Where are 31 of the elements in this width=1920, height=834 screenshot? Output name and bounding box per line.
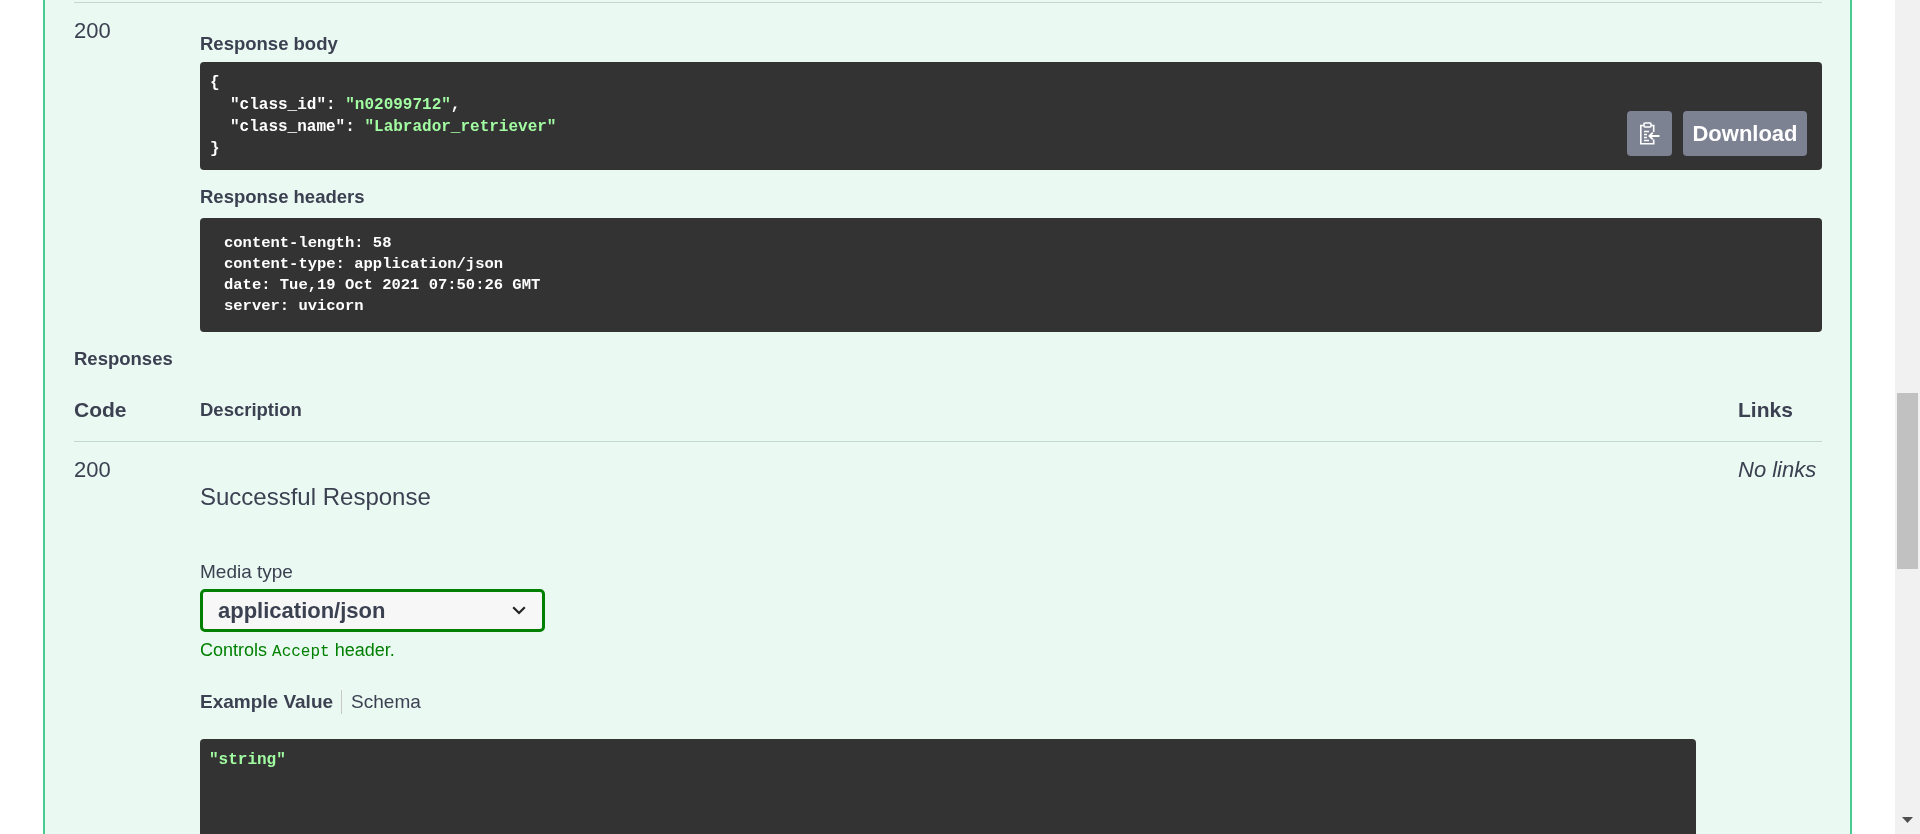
header-line: date: Tue,19 Oct 2021 07:50:26 GMT xyxy=(224,275,541,296)
code-line: "string" xyxy=(209,750,286,771)
links-text: No links xyxy=(1738,457,1817,482)
code-line: } xyxy=(210,139,220,160)
scrollbar-track[interactable] xyxy=(1895,0,1920,834)
header-line: content-length: 58 xyxy=(224,233,392,254)
code-line: { xyxy=(210,73,220,94)
scrollbar-thumb[interactable] xyxy=(1897,393,1918,569)
clipboard-icon xyxy=(1639,122,1660,145)
hint-text: Controls Accept header. xyxy=(200,639,395,663)
tab[interactable]: Example Value xyxy=(200,691,334,713)
tab[interactable]: Schema xyxy=(351,691,421,713)
download-button[interactable]: Download xyxy=(1683,111,1807,156)
code-line: "class_name": "Labrador_retriever" xyxy=(230,117,557,138)
column-header: Links xyxy=(1738,398,1793,421)
section-title: Responses xyxy=(74,348,173,370)
section-label: Response body xyxy=(200,33,338,55)
status-code: 200 xyxy=(74,457,111,482)
section-label: Response headers xyxy=(200,186,365,208)
column-header: Code xyxy=(74,398,127,421)
code-line: "class_id": "n02099712", xyxy=(230,95,461,116)
field-label: Media type xyxy=(200,561,293,583)
scroll-down-icon[interactable] xyxy=(1902,817,1913,823)
media-type-select[interactable]: application/json xyxy=(200,589,545,632)
chevron-down-icon xyxy=(512,606,526,615)
status-code: 200 xyxy=(74,18,111,43)
column-header: Description xyxy=(200,399,302,420)
response-description: Successful Response xyxy=(200,482,431,512)
copy-button[interactable] xyxy=(1627,111,1672,156)
header-line: content-type: application/json xyxy=(224,254,504,275)
header-line: server: uvicorn xyxy=(224,296,364,317)
